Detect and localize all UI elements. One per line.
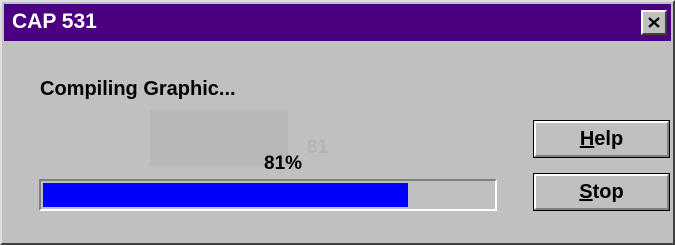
progress-fill [43,183,408,207]
title-bar[interactable]: CAP 531 [4,4,671,41]
close-button[interactable] [641,10,667,35]
close-icon [648,17,660,28]
help-mnemonic: H [579,127,595,150]
stop-mnemonic: S [579,180,593,203]
status-message: Compiling Graphic... [40,78,236,100]
stop-label: top [592,180,624,203]
help-button[interactable]: Help [533,120,670,158]
progress-percent: 81% [264,153,303,174]
help-label: elp [594,127,624,150]
stop-button[interactable]: Stop [533,173,670,211]
window-title: CAP 531 [12,10,97,33]
progress-bar [39,179,497,211]
background-artifact-text: 81 [307,137,329,158]
progress-dialog: CAP 531 Compiling Graphic... 81 81% Help… [0,0,675,245]
